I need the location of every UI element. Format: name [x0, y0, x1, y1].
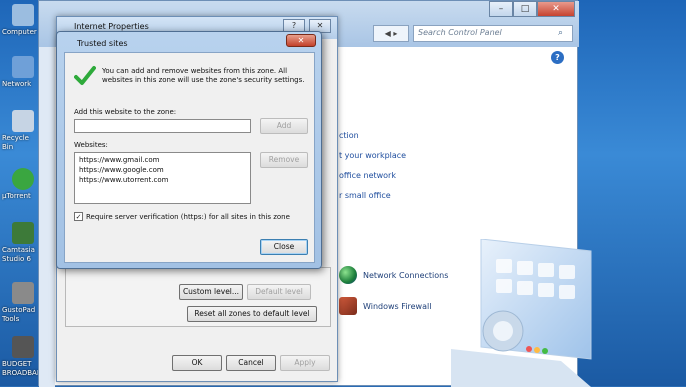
desktop-icon-label: Computer	[2, 28, 37, 36]
checkbox-box[interactable]: ✓	[74, 212, 83, 221]
close-button[interactable]: ✕	[286, 34, 316, 47]
desktop-icon-camtasia[interactable]: Camtasia Studio 6	[2, 222, 42, 264]
remove-button[interactable]: Remove	[260, 152, 308, 168]
network-icon	[12, 56, 34, 78]
desktop-icon-label: µTorrent	[2, 192, 31, 200]
search-icon[interactable]: ⌕	[558, 27, 570, 39]
add-website-input[interactable]	[74, 119, 251, 133]
trusted-sites-dialog: Trusted sites ✕ You can add and remove w…	[56, 31, 322, 269]
recycle-bin-icon	[12, 110, 34, 132]
ok-button[interactable]: OK	[172, 355, 222, 371]
search-placeholder: Search Control Panel	[418, 28, 502, 37]
cp-link-workplace[interactable]: t your workplace	[339, 151, 406, 160]
desktop-icon-label: Camtasia Studio 6	[2, 246, 35, 263]
desktop-icon-label: GustoPad Tools	[2, 306, 36, 323]
help-icon[interactable]: ?	[551, 51, 564, 64]
zone-description: You can add and remove websites from thi…	[102, 67, 305, 84]
left-pane	[39, 47, 55, 387]
computer-icon	[12, 4, 34, 26]
window-controls: – □ ✕	[489, 1, 575, 17]
websites-list[interactable]: https://www.gmail.com https://www.google…	[74, 152, 251, 204]
search-input[interactable]: Search Control Panel ⌕	[413, 25, 573, 42]
apply-button[interactable]: Apply	[280, 355, 330, 371]
network-connections-item[interactable]: Network Connections	[339, 266, 448, 284]
refresh-button[interactable]: ◀ ▸	[373, 25, 409, 42]
desktop-icon-budget-broadband[interactable]: BUDGET BROADBAND	[2, 336, 47, 378]
desktop-icon-gustopad[interactable]: GustoPad Tools	[2, 282, 42, 324]
list-item[interactable]: https://www.utorrent.com	[79, 175, 246, 185]
desktop-icon-recycle-bin[interactable]: Recycle Bin	[2, 110, 42, 152]
network-device-illustration	[451, 239, 592, 387]
broadband-icon	[12, 336, 34, 358]
desktop-icon-utorrent[interactable]: µTorrent	[2, 168, 42, 201]
cancel-button[interactable]: Cancel	[226, 355, 276, 371]
checkmark-icon	[74, 66, 96, 85]
server-verification-checkbox[interactable]: ✓ Require server verification (https:) f…	[74, 212, 290, 221]
close-button[interactable]: ✕	[537, 1, 575, 17]
windows-firewall-item[interactable]: Windows Firewall	[339, 297, 431, 315]
minimize-button[interactable]: –	[489, 1, 513, 17]
dialog-title: Internet Properties	[74, 22, 149, 31]
desktop-icon-label: Network	[2, 80, 32, 88]
list-item[interactable]: https://www.gmail.com	[79, 155, 246, 165]
camtasia-icon	[12, 222, 34, 244]
cp-link-connection[interactable]: ction	[339, 131, 359, 140]
gustopad-icon	[12, 282, 34, 304]
dialog-title: Trusted sites	[77, 39, 128, 48]
close-dialog-button[interactable]: Close	[260, 239, 308, 255]
custom-level-button[interactable]: Custom level...	[179, 284, 243, 300]
cp-link-office-network[interactable]: office network	[339, 171, 396, 180]
utorrent-icon	[12, 168, 34, 190]
default-level-button[interactable]: Default level	[247, 284, 311, 300]
list-item[interactable]: https://www.google.com	[79, 165, 246, 175]
item-label: Windows Firewall	[363, 301, 432, 311]
cp-link-small-office[interactable]: r small office	[339, 191, 391, 200]
desktop-icon-network[interactable]: Network	[2, 56, 42, 89]
desktop-icon-label: Recycle Bin	[2, 134, 29, 151]
desktop-icon-computer[interactable]: Computer	[2, 4, 42, 37]
maximize-button[interactable]: □	[513, 1, 537, 17]
checkbox-label: Require server verification (https:) for…	[86, 212, 290, 221]
item-label: Network Connections	[363, 270, 449, 280]
add-website-label: Add this website to the zone:	[74, 108, 177, 116]
dialog-content: You can add and remove websites from thi…	[64, 52, 315, 263]
reset-all-zones-button[interactable]: Reset all zones to default level	[187, 306, 317, 322]
add-button[interactable]: Add	[260, 118, 308, 134]
network-connections-icon	[339, 266, 357, 284]
firewall-icon	[339, 297, 357, 315]
websites-label: Websites:	[74, 141, 108, 149]
